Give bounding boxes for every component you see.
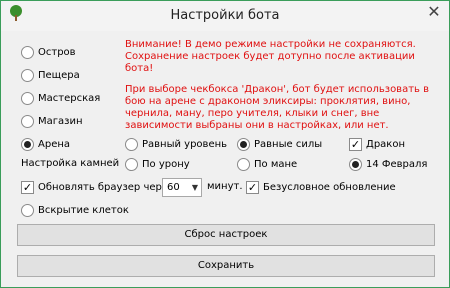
check-mark-icon: ✓ xyxy=(246,181,259,194)
radio-circle xyxy=(21,69,34,82)
radio-by-mana[interactable]: По мане xyxy=(237,158,297,171)
radio-arena[interactable]: Арена xyxy=(21,138,70,151)
dragon-info: При выборе чекбокса 'Дракон', бот будет … xyxy=(125,84,429,131)
minutes-unit: минут. xyxy=(207,181,243,192)
radio-label: По мане xyxy=(254,159,298,170)
radio-open-cells[interactable]: Вскрытие клеток xyxy=(21,204,129,217)
check-mark-icon: ✓ xyxy=(349,138,362,151)
radio-circle xyxy=(21,46,34,59)
radio-ostrov[interactable]: Остров xyxy=(21,46,76,59)
radio-equal-strength[interactable]: Равные силы xyxy=(237,138,322,151)
checkbox-label: Обновлять браузер через xyxy=(38,182,174,193)
radio-label: Арена xyxy=(38,139,71,150)
radio-label: 14 Февраля xyxy=(366,159,428,170)
radio-circle xyxy=(237,158,250,171)
close-button[interactable]: ✕ xyxy=(419,1,449,23)
window-title: Настройки бота xyxy=(170,8,280,23)
reset-settings-button[interactable]: Сброс настроек xyxy=(17,224,435,246)
radio-circle xyxy=(21,115,34,128)
radio-circle xyxy=(21,92,34,105)
checkbox-unconditional-refresh[interactable]: ✓ Безусловное обновление xyxy=(246,181,396,194)
checkbox-label: Безусловное обновление xyxy=(263,182,396,193)
radio-label: Пещера xyxy=(38,70,80,81)
check-mark-icon: ✓ xyxy=(21,181,34,194)
checkbox-dragon[interactable]: ✓ Дракон xyxy=(349,138,405,151)
warning-line-2: Сохранение настроек будет дотупно после … xyxy=(125,51,415,74)
radio-label: Магазин xyxy=(38,116,83,127)
settings-window: Настройки бота ✕ Остров Пещера Мастерска… xyxy=(0,0,450,288)
radio-magazin[interactable]: Магазин xyxy=(21,115,83,128)
radio-label: Равный уровень xyxy=(142,139,228,150)
radio-circle xyxy=(21,204,34,217)
radio-circle-selected xyxy=(237,138,250,151)
title-bar: Настройки бота ✕ xyxy=(1,1,449,31)
radio-label: Остров xyxy=(38,47,76,58)
radio-masterskaya[interactable]: Мастерская xyxy=(21,92,100,105)
select-value: 60 xyxy=(167,182,180,193)
radio-feb14[interactable]: 14 Февраля xyxy=(349,158,427,171)
radio-circle xyxy=(125,138,138,151)
refresh-minutes-select[interactable]: 60 ▼ xyxy=(162,178,202,197)
radio-peshchera[interactable]: Пещера xyxy=(21,69,80,82)
radio-label: Мастерская xyxy=(38,93,101,104)
checkbox-refresh-browser[interactable]: ✓ Обновлять браузер через xyxy=(21,181,173,194)
radio-label: Равные силы xyxy=(254,139,323,150)
stones-label: Настройка камней xyxy=(21,158,120,169)
checkbox-label: Дракон xyxy=(366,139,405,150)
radio-circle xyxy=(125,158,138,171)
save-button[interactable]: Сохранить xyxy=(17,255,435,277)
radio-circle-selected xyxy=(21,138,34,151)
radio-label: По урону xyxy=(142,159,190,170)
radio-label: Вскрытие клеток xyxy=(38,205,129,216)
chevron-down-icon: ▼ xyxy=(191,183,199,192)
demo-warning: Внимание! В демо режиме настройки не сох… xyxy=(125,39,445,75)
warning-line-1: Внимание! В демо режиме настройки не сох… xyxy=(125,39,416,50)
radio-by-damage[interactable]: По урону xyxy=(125,158,190,171)
radio-equal-level[interactable]: Равный уровень xyxy=(125,138,227,151)
radio-circle-selected xyxy=(349,158,362,171)
